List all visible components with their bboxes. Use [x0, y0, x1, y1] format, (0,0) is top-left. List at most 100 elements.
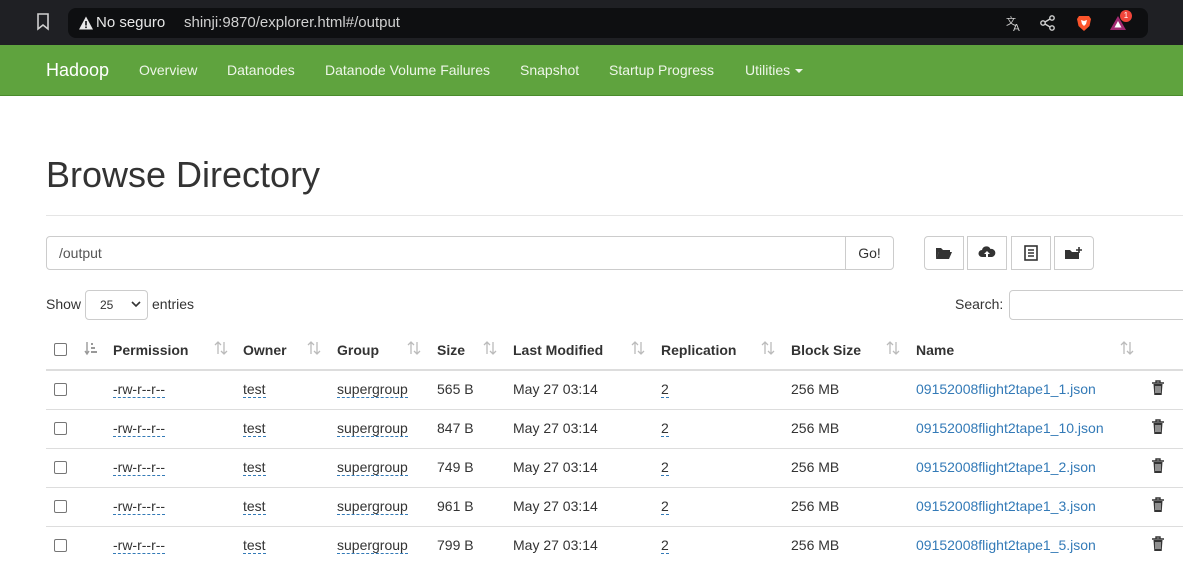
row-divider — [46, 487, 1183, 488]
column-header-block-size[interactable]: Block Size — [791, 342, 861, 358]
replication-cell[interactable]: 2 — [661, 420, 669, 437]
column-header-name[interactable]: Name — [916, 342, 954, 358]
owner-cell[interactable]: test — [243, 498, 266, 515]
owner-cell[interactable]: test — [243, 459, 266, 476]
go-button[interactable]: Go! — [845, 236, 894, 270]
file-name-link[interactable]: 09152008flight2tape1_2.json — [916, 459, 1096, 475]
table-header-divider — [46, 369, 1183, 371]
trash-icon[interactable] — [1151, 419, 1165, 435]
column-header-owner[interactable]: Owner — [243, 342, 287, 358]
nav-utilities-label: Utilities — [745, 62, 791, 78]
sort-icon[interactable] — [307, 340, 321, 356]
row-checkbox[interactable] — [54, 422, 67, 435]
sort-amount-icon[interactable] — [84, 340, 98, 356]
sort-icon[interactable] — [761, 340, 775, 356]
replication-cell[interactable]: 2 — [661, 537, 669, 554]
bookmark-icon[interactable] — [36, 13, 50, 31]
block-size-cell: 256 MB — [791, 537, 840, 553]
replication-cell[interactable]: 2 — [661, 381, 669, 398]
address-bar[interactable]: No seguro shinji:9870/explorer.html#/out… — [68, 8, 1148, 38]
file-name-link[interactable]: 09152008flight2tape1_10.json — [916, 420, 1104, 436]
replication-cell[interactable]: 2 — [661, 459, 669, 476]
url-text[interactable]: shinji:9870/explorer.html#/output — [184, 14, 400, 31]
create-directory-button[interactable] — [1054, 236, 1094, 270]
row-checkbox[interactable] — [54, 539, 67, 552]
group-cell[interactable]: supergroup — [337, 498, 408, 515]
sort-icon[interactable] — [886, 340, 900, 356]
caret-down-icon — [795, 69, 804, 74]
column-header-permission[interactable]: Permission — [113, 342, 188, 358]
share-icon[interactable] — [1039, 14, 1057, 32]
block-size-cell: 256 MB — [791, 381, 840, 397]
path-input[interactable] — [46, 236, 846, 270]
entries-label: entries — [152, 296, 195, 312]
brave-shield-icon[interactable] — [1075, 14, 1093, 32]
owner-cell[interactable]: test — [243, 381, 266, 398]
file-name-link[interactable]: 09152008flight2tape1_5.json — [916, 537, 1096, 553]
size-cell: 799 B — [437, 537, 474, 553]
permission-cell[interactable]: -rw-r--r-- — [113, 420, 166, 437]
owner-cell[interactable]: test — [243, 420, 266, 437]
sort-icon[interactable] — [483, 340, 497, 356]
row-checkbox[interactable] — [54, 383, 67, 396]
file-name-link[interactable]: 09152008flight2tape1_1.json — [916, 381, 1096, 397]
block-size-cell: 256 MB — [791, 420, 840, 436]
block-size-cell: 256 MB — [791, 498, 840, 514]
brand-link[interactable]: Hadoop — [46, 60, 109, 81]
select-all-checkbox[interactable] — [54, 343, 67, 356]
cut-paste-button[interactable] — [1011, 236, 1051, 270]
notification-badge: 1 — [1120, 10, 1132, 22]
upload-button[interactable] — [967, 236, 1007, 270]
parent-directory-button[interactable] — [924, 236, 964, 270]
column-header-group[interactable]: Group — [337, 342, 379, 358]
trash-icon[interactable] — [1151, 536, 1165, 552]
column-header-size[interactable]: Size — [437, 342, 465, 358]
search-input[interactable] — [1009, 290, 1183, 320]
nav-datanodes[interactable]: Datanodes — [227, 62, 295, 78]
file-name-link[interactable]: 09152008flight2tape1_3.json — [916, 498, 1096, 514]
group-cell[interactable]: supergroup — [337, 420, 408, 437]
trash-icon[interactable] — [1151, 380, 1165, 396]
group-cell[interactable]: supergroup — [337, 381, 408, 398]
nav-utilities-dropdown[interactable]: Utilities — [745, 62, 804, 78]
trash-icon[interactable] — [1151, 458, 1165, 474]
trash-icon[interactable] — [1151, 497, 1165, 513]
modified-cell: May 27 03:14 — [513, 381, 598, 397]
replication-cell[interactable]: 2 — [661, 498, 669, 515]
row-divider — [46, 526, 1183, 527]
header-divider — [46, 215, 1183, 216]
nav-startup-progress[interactable]: Startup Progress — [609, 62, 714, 78]
entries-select[interactable]: 25 — [85, 290, 148, 320]
modified-cell: May 27 03:14 — [513, 498, 598, 514]
nav-snapshot[interactable]: Snapshot — [520, 62, 579, 78]
sort-icon[interactable] — [214, 340, 228, 356]
cloud-upload-icon — [978, 246, 996, 259]
row-divider — [46, 448, 1183, 449]
warning-icon[interactable] — [78, 15, 94, 31]
hadoop-navbar: Hadoop Overview Datanodes Datanode Volum… — [0, 45, 1183, 96]
permission-cell[interactable]: -rw-r--r-- — [113, 459, 166, 476]
permission-cell[interactable]: -rw-r--r-- — [113, 381, 166, 398]
sort-icon[interactable] — [1120, 340, 1134, 356]
size-cell: 565 B — [437, 381, 474, 397]
group-cell[interactable]: supergroup — [337, 459, 408, 476]
search-label: Search: — [955, 296, 1004, 312]
size-cell: 847 B — [437, 420, 474, 436]
permission-cell[interactable]: -rw-r--r-- — [113, 498, 166, 515]
row-divider — [46, 409, 1183, 410]
insecure-label: No seguro — [96, 14, 166, 31]
column-header-last-modified[interactable]: Last Modified — [513, 342, 603, 358]
sort-icon[interactable] — [407, 340, 421, 356]
permission-cell[interactable]: -rw-r--r-- — [113, 537, 166, 554]
size-cell: 961 B — [437, 498, 474, 514]
row-checkbox[interactable] — [54, 500, 67, 513]
owner-cell[interactable]: test — [243, 537, 266, 554]
chevron-down-icon — [131, 301, 141, 308]
sort-icon[interactable] — [631, 340, 645, 356]
nav-overview[interactable]: Overview — [139, 62, 197, 78]
nav-datanode-volume-failures[interactable]: Datanode Volume Failures — [325, 62, 490, 78]
row-checkbox[interactable] — [54, 461, 67, 474]
column-header-replication[interactable]: Replication — [661, 342, 736, 358]
group-cell[interactable]: supergroup — [337, 537, 408, 554]
translate-icon[interactable]: 文A — [1005, 14, 1023, 32]
